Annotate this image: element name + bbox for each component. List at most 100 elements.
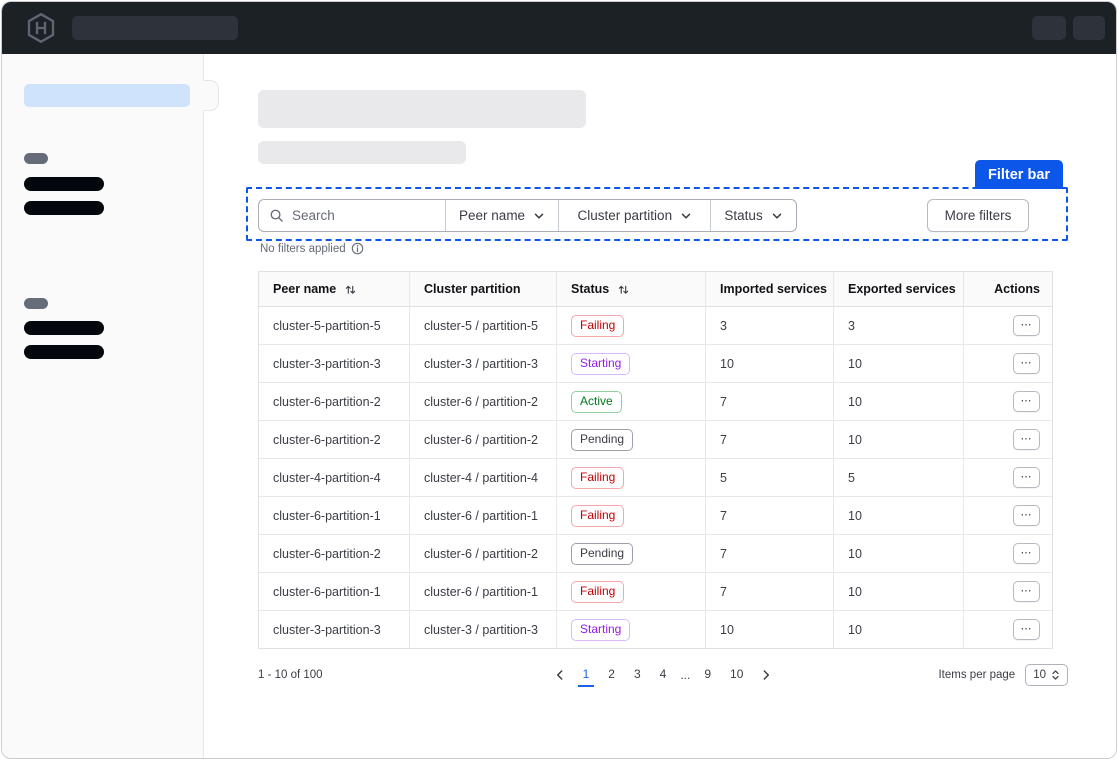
column-header[interactable]: Peer name xyxy=(259,272,410,307)
row-actions-button[interactable]: ⋯ xyxy=(1013,581,1040,602)
status-badge: Active xyxy=(571,391,622,413)
sidebar-item-placeholder[interactable] xyxy=(24,201,104,215)
cluster-partition-cell: cluster-3 / partition-3 xyxy=(410,611,557,648)
page-button-2[interactable]: 2 xyxy=(603,664,620,687)
row-actions-button[interactable]: ⋯ xyxy=(1013,543,1040,564)
actions-cell: ⋯ xyxy=(964,611,1052,648)
sidebar-item-placeholder[interactable] xyxy=(24,345,104,359)
cluster-partition-cell: cluster-6 / partition-1 xyxy=(410,497,557,534)
peer-name-cell: cluster-6-partition-2 xyxy=(259,535,410,572)
status-cell: Failing xyxy=(557,573,706,610)
peer-name-cell: cluster-6-partition-1 xyxy=(259,497,410,534)
exported-services-cell: 3 xyxy=(834,307,964,344)
search-icon xyxy=(269,208,284,223)
filter-group: Peer name Cluster partition Status xyxy=(258,199,797,232)
page-button-10[interactable]: 10 xyxy=(725,664,748,687)
page-button-9[interactable]: 9 xyxy=(699,664,716,687)
status-filter-dropdown[interactable]: Status xyxy=(710,200,796,231)
exported-services-cell: 5 xyxy=(834,459,964,496)
sidebar-section-label-placeholder xyxy=(24,153,48,164)
table-row: cluster-6-partition-2cluster-6 / partiti… xyxy=(259,421,1052,459)
actions-cell: ⋯ xyxy=(964,535,1052,572)
chevron-left-icon xyxy=(553,668,567,682)
cluster-partition-cell: cluster-6 / partition-1 xyxy=(410,573,557,610)
status-badge: Failing xyxy=(571,467,624,489)
dropdown-label: Cluster partition xyxy=(578,208,673,223)
table-body: cluster-5-partition-5cluster-5 / partiti… xyxy=(259,307,1052,648)
search-field[interactable] xyxy=(259,200,445,231)
info-icon[interactable] xyxy=(351,242,364,255)
pagination-bar: 1 - 10 of 100 1234...910 Items per page xyxy=(258,660,1068,690)
chevron-down-icon xyxy=(771,210,783,222)
actions-cell: ⋯ xyxy=(964,307,1052,344)
pagination-summary: 1 - 10 of 100 xyxy=(258,669,488,681)
row-actions-button[interactable]: ⋯ xyxy=(1013,467,1040,488)
next-page-button[interactable] xyxy=(757,666,775,684)
chevron-down-icon xyxy=(533,210,545,222)
cluster-partition-cell: cluster-6 / partition-2 xyxy=(410,383,557,420)
sort-icon xyxy=(617,283,630,296)
items-per-page-select[interactable]: 10 xyxy=(1025,664,1068,686)
chevron-right-icon xyxy=(759,668,773,682)
peer-name-cell: cluster-4-partition-4 xyxy=(259,459,410,496)
items-per-page-value: 10 xyxy=(1033,669,1046,681)
exported-services-cell: 10 xyxy=(834,611,964,648)
exported-services-cell: 10 xyxy=(834,421,964,458)
peer-name-cell: cluster-3-partition-3 xyxy=(259,345,410,382)
search-input[interactable] xyxy=(292,208,422,223)
more-filters-button[interactable]: More filters xyxy=(927,199,1029,232)
exported-services-cell: 10 xyxy=(834,383,964,420)
row-actions-button[interactable]: ⋯ xyxy=(1013,315,1040,336)
actions-cell: ⋯ xyxy=(964,345,1052,382)
sidebar-collapse-handle[interactable] xyxy=(203,80,219,111)
imported-services-cell: 3 xyxy=(706,307,834,344)
filter-status-text: No filters applied xyxy=(260,242,364,255)
table-row: cluster-6-partition-2cluster-6 / partiti… xyxy=(259,535,1052,573)
column-header: Cluster partition xyxy=(410,272,557,307)
row-actions-button[interactable]: ⋯ xyxy=(1013,429,1040,450)
row-actions-button[interactable]: ⋯ xyxy=(1013,353,1040,374)
peer-name-cell: cluster-5-partition-5 xyxy=(259,307,410,344)
actions-cell: ⋯ xyxy=(964,421,1052,458)
status-cell: Failing xyxy=(557,459,706,496)
actions-cell: ⋯ xyxy=(964,383,1052,420)
nav-placeholder xyxy=(72,16,238,40)
exported-services-cell: 10 xyxy=(834,497,964,534)
page-button-1[interactable]: 1 xyxy=(578,664,595,687)
page-button-3[interactable]: 3 xyxy=(629,664,646,687)
status-cell: Pending xyxy=(557,535,706,572)
status-cell: Failing xyxy=(557,497,706,534)
cluster-partition-filter-dropdown[interactable]: Cluster partition xyxy=(558,200,710,231)
chevron-down-icon xyxy=(680,210,692,222)
previous-page-button[interactable] xyxy=(551,666,569,684)
sidebar-item-placeholder[interactable] xyxy=(24,177,104,191)
imported-services-cell: 7 xyxy=(706,497,834,534)
table-header-row: Peer nameCluster partitionStatus Imported… xyxy=(259,272,1052,307)
imported-services-cell: 10 xyxy=(706,611,834,648)
row-actions-button[interactable]: ⋯ xyxy=(1013,505,1040,526)
items-per-page-label: Items per page xyxy=(938,669,1015,681)
actions-cell: ⋯ xyxy=(964,573,1052,610)
topbar-action-placeholder xyxy=(1073,16,1105,40)
imported-services-cell: 5 xyxy=(706,459,834,496)
column-header[interactable]: Status xyxy=(557,272,706,307)
main-content: Filter bar Peer name Cluster partition xyxy=(204,54,1116,758)
cluster-partition-cell: cluster-6 / partition-2 xyxy=(410,535,557,572)
row-actions-button[interactable]: ⋯ xyxy=(1013,391,1040,412)
page-button-4[interactable]: 4 xyxy=(655,664,672,687)
sidebar-active-item-placeholder[interactable] xyxy=(24,84,190,107)
column-header-label: Actions xyxy=(994,282,1040,296)
column-header: Imported services xyxy=(706,272,834,307)
row-actions-button[interactable]: ⋯ xyxy=(1013,619,1040,640)
peer-name-filter-dropdown[interactable]: Peer name xyxy=(445,200,559,231)
table-row: cluster-6-partition-1cluster-6 / partiti… xyxy=(259,497,1052,535)
sidebar-item-placeholder[interactable] xyxy=(24,321,104,335)
status-badge: Failing xyxy=(571,505,624,527)
topbar-action-placeholder xyxy=(1032,16,1066,40)
sidebar-section-label-placeholder xyxy=(24,298,48,309)
peer-name-cell: cluster-6-partition-1 xyxy=(259,573,410,610)
sort-icon xyxy=(344,283,357,296)
column-header: Actions xyxy=(964,272,1052,307)
column-header-label: Imported services xyxy=(720,282,827,296)
imported-services-cell: 7 xyxy=(706,535,834,572)
